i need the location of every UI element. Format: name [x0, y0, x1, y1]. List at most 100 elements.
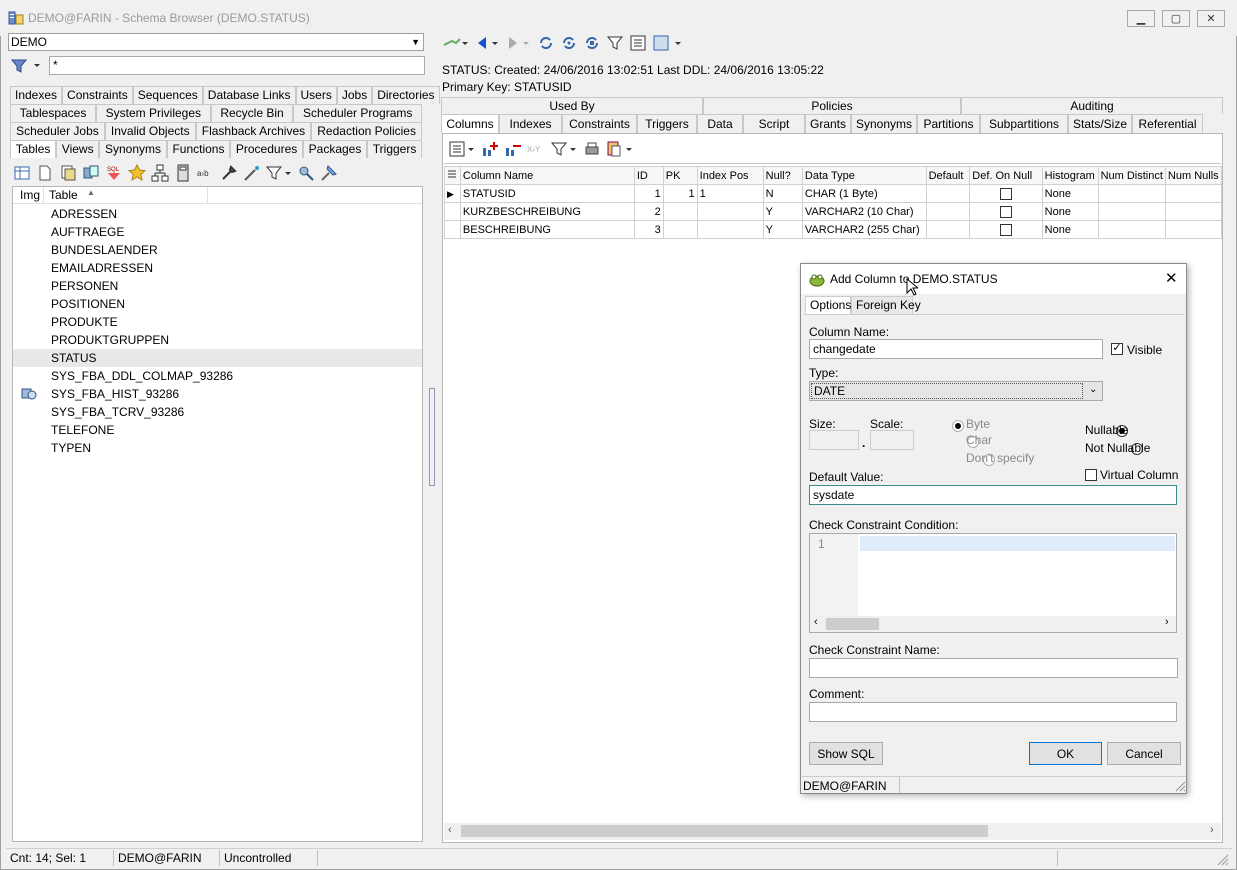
- column-filter-icon[interactable]: [549, 139, 579, 159]
- table-list-item[interactable]: POSITIONEN: [13, 295, 422, 313]
- tab-script[interactable]: Script: [743, 114, 805, 133]
- def-on-null-checkbox[interactable]: [999, 187, 1012, 200]
- tab-used-by[interactable]: Used By: [441, 97, 703, 114]
- show-sql-button[interactable]: Show SQL: [809, 742, 883, 765]
- table-list-item[interactable]: PERSONEN: [13, 277, 422, 295]
- tab-tablespaces[interactable]: Tablespaces: [10, 104, 97, 122]
- add-column-icon[interactable]: [480, 139, 500, 159]
- grid-row[interactable]: KURZBESCHREIBUNG 2 Y VARCHAR2 (10 Char) None: [444, 202, 1223, 221]
- minimize-button[interactable]: ▁: [1127, 10, 1155, 27]
- tab-grants[interactable]: Grants: [805, 114, 851, 133]
- rename-column-icon[interactable]: X›Y: [526, 139, 546, 159]
- check-condition-editor[interactable]: 1 ‹ ›: [809, 533, 1177, 633]
- visible-checkbox[interactable]: ✓: [1111, 343, 1123, 355]
- table-grid-icon[interactable]: [12, 163, 32, 183]
- tab-partitions[interactable]: Partitions: [917, 114, 980, 133]
- maximize-button[interactable]: ▢: [1162, 10, 1190, 27]
- img-column-header[interactable]: Img: [20, 188, 40, 202]
- schema-select[interactable]: DEMO ▼: [8, 33, 424, 51]
- grid-header-pk[interactable]: PK: [662, 166, 698, 185]
- cancel-button[interactable]: Cancel: [1107, 742, 1181, 765]
- table-list-item[interactable]: ADRESSEN: [13, 205, 422, 223]
- tab-policies[interactable]: Policies: [703, 97, 961, 114]
- filter-toggle-button[interactable]: [10, 57, 44, 75]
- grid-header-column-name[interactable]: Column Name: [459, 166, 635, 185]
- grid-row[interactable]: ▶ STATUSID 1 1 1 N CHAR (1 Byte) None: [444, 184, 1223, 203]
- tab-scheduler-programs[interactable]: Scheduler Programs: [293, 104, 423, 122]
- tab-views[interactable]: Views: [56, 140, 100, 158]
- copy-script-icon[interactable]: [58, 163, 78, 183]
- virtual-column-checkbox[interactable]: [1085, 469, 1097, 481]
- table-list-item[interactable]: SYS_FBA_TCRV_93286: [13, 403, 422, 421]
- column-name-input[interactable]: changedate: [809, 339, 1103, 359]
- tab-tables[interactable]: Tables: [10, 140, 57, 158]
- table-list-item[interactable]: SYS_FBA_DDL_COLMAP_93286: [13, 367, 422, 385]
- table-list-item[interactable]: TELEFONE: [13, 421, 422, 439]
- tab-stats-size[interactable]: Stats/Size: [1068, 114, 1132, 133]
- grid-header-default[interactable]: Default: [925, 166, 971, 185]
- table-column-header[interactable]: Table: [49, 188, 78, 202]
- horizontal-scrollbar[interactable]: ‹ ›: [444, 823, 1221, 840]
- grid-header-num-distinct[interactable]: Num Distinct: [1097, 166, 1166, 185]
- tab-referential[interactable]: Referential: [1132, 114, 1203, 133]
- grid-header-num-nulls[interactable]: Num Nulls: [1164, 166, 1223, 185]
- navigate-icon[interactable]: [441, 33, 471, 53]
- resize-grip-icon[interactable]: [1215, 852, 1229, 866]
- view-options-icon[interactable]: [651, 33, 685, 53]
- calculator-icon[interactable]: [173, 163, 193, 183]
- table-list-item[interactable]: STATUS: [13, 349, 422, 367]
- dialog-resize-grip-icon[interactable]: [1174, 780, 1186, 792]
- table-list-item[interactable]: BUNDESLAENDER: [13, 241, 422, 259]
- favorite-star-icon[interactable]: [127, 163, 147, 183]
- tab-system-privileges[interactable]: System Privileges: [96, 104, 211, 122]
- tab-procedures[interactable]: Procedures: [230, 140, 303, 158]
- hierarchy-icon[interactable]: [150, 163, 170, 183]
- build-icon[interactable]: [319, 163, 339, 183]
- grid-header-histogram[interactable]: Histogram: [1041, 166, 1099, 185]
- tab-database-links[interactable]: Database Links: [202, 86, 296, 104]
- table-list-item[interactable]: SYS_FBA_HIST_93286: [13, 385, 422, 403]
- new-document-icon[interactable]: [35, 163, 55, 183]
- tab-indexes[interactable]: Indexes: [10, 86, 63, 104]
- pane-splitter[interactable]: [429, 388, 435, 486]
- grid-header-null-[interactable]: Null?: [762, 166, 803, 185]
- close-window-button[interactable]: ✕: [1197, 10, 1225, 27]
- tab-synonyms[interactable]: Synonyms: [99, 140, 167, 158]
- magic-wand-icon[interactable]: [242, 163, 262, 183]
- tab-sequences[interactable]: Sequences: [132, 86, 203, 104]
- refresh-all-icon[interactable]: [559, 33, 579, 53]
- table-list-item[interactable]: AUFTRAEGE: [13, 223, 422, 241]
- back-arrow-icon[interactable]: [474, 33, 502, 53]
- drop-column-icon[interactable]: [503, 139, 523, 159]
- grid-header-data-type[interactable]: Data Type: [801, 166, 927, 185]
- editor-scroll-left-icon[interactable]: ‹: [814, 616, 818, 628]
- def-on-null-checkbox[interactable]: [999, 223, 1012, 236]
- tab-subpartitions[interactable]: Subpartitions: [980, 114, 1068, 133]
- scrollbar-thumb[interactable]: [461, 825, 988, 837]
- tab-options[interactable]: Options: [805, 296, 851, 314]
- tab-flashback-archives[interactable]: Flashback Archives: [195, 122, 312, 140]
- grid-header-def-on-null[interactable]: Def. On Null: [969, 166, 1043, 185]
- table-list-item[interactable]: PRODUKTGRUPPEN: [13, 331, 422, 349]
- editor-scroll-thumb[interactable]: [826, 618, 879, 630]
- compare-tables-icon[interactable]: [81, 163, 101, 183]
- forward-arrow-icon[interactable]: [505, 33, 533, 53]
- byte-radio[interactable]: [952, 419, 964, 432]
- table-list-item[interactable]: EMAILADRESSEN: [13, 259, 422, 277]
- print-icon[interactable]: [582, 139, 602, 159]
- scroll-left-icon[interactable]: ‹: [448, 824, 452, 836]
- grid-header-id[interactable]: ID: [633, 166, 664, 185]
- filter-columns-icon[interactable]: [605, 33, 625, 53]
- tab-invalid-objects[interactable]: Invalid Objects: [104, 122, 196, 140]
- tab-directories[interactable]: Directories: [372, 86, 440, 104]
- comment-input[interactable]: [809, 702, 1177, 722]
- tab-triggers[interactable]: Triggers: [637, 114, 697, 133]
- ok-button[interactable]: OK: [1029, 742, 1102, 765]
- tools-icon[interactable]: [219, 163, 239, 183]
- tab-scheduler-jobs[interactable]: Scheduler Jobs: [10, 122, 105, 140]
- dialog-close-icon[interactable]: ✕: [1165, 269, 1178, 287]
- type-select[interactable]: DATE ⌄: [809, 381, 1103, 401]
- tab-packages[interactable]: Packages: [302, 140, 368, 158]
- tab-data[interactable]: Data: [697, 114, 743, 133]
- column-menu-icon[interactable]: [447, 139, 477, 159]
